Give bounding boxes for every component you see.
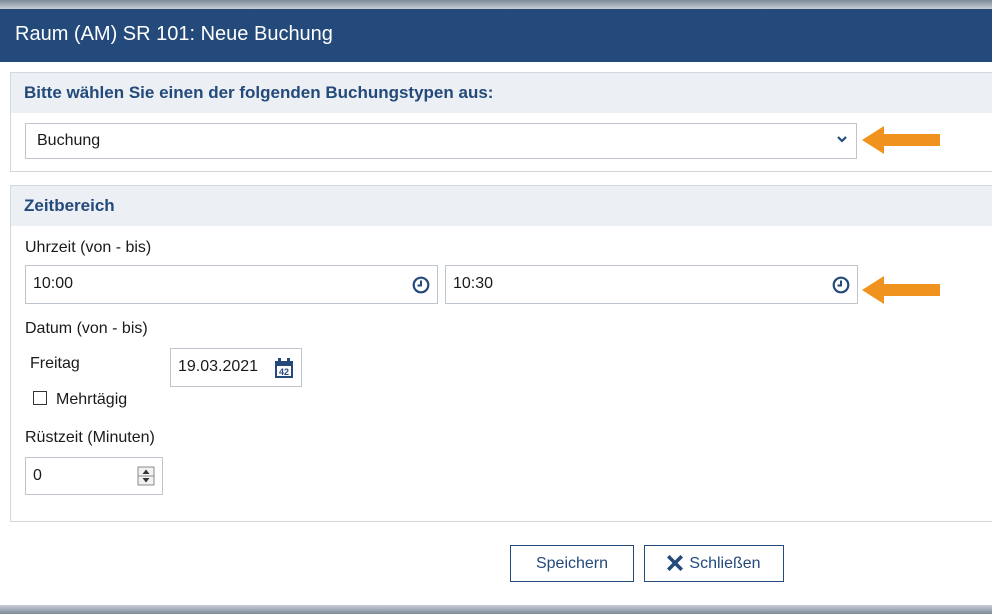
save-button-label: Speichern (535, 555, 609, 572)
time-label: Uhrzeit (von - bis) (25, 239, 152, 256)
clock-icon[interactable] (832, 276, 850, 294)
clock-icon[interactable] (412, 276, 430, 294)
highlight-arrow-icon (862, 276, 940, 304)
dialog-title: Raum (AM) SR 101: Neue Buchung (15, 23, 333, 45)
date-input[interactable]: 19.03.2021 42 (170, 348, 302, 387)
highlight-arrow-icon (862, 126, 940, 154)
dialog-titlebar: Raum (AM) SR 101: Neue Buchung (0, 9, 992, 62)
close-button-label: Schließen (689, 555, 761, 572)
booking-type-value: Buchung (37, 132, 101, 149)
time-range-panel: Zeitbereich Uhrzeit (von - bis) 10:00 10… (10, 185, 992, 522)
setup-time-input[interactable]: 0 (25, 457, 163, 495)
time-from-input[interactable]: 10:00 (25, 265, 438, 304)
calendar-day-number: 42 (279, 367, 289, 377)
weekday-label: Freitag (30, 355, 80, 372)
save-button[interactable]: Speichern (510, 545, 634, 582)
booking-type-heading: Bitte wählen Sie einen der folgenden Buc… (11, 73, 992, 113)
date-value: 19.03.2021 (178, 358, 259, 375)
setup-time-value: 0 (33, 467, 42, 484)
time-to-input[interactable]: 10:30 (445, 265, 858, 304)
time-to-value: 10:30 (453, 275, 494, 292)
calendar-icon[interactable]: 42 (273, 357, 295, 379)
chevron-down-icon (837, 136, 847, 143)
spinner-arrows-icon[interactable] (137, 466, 155, 486)
multiday-checkbox[interactable] (33, 391, 47, 405)
close-button[interactable]: Schließen (644, 545, 784, 582)
background-strip-top (0, 0, 992, 9)
setup-time-label: Rüstzeit (Minuten) (25, 429, 155, 446)
booking-type-panel: Bitte wählen Sie einen der folgenden Buc… (10, 72, 992, 172)
close-x-icon (667, 554, 684, 572)
background-strip-bottom (0, 605, 992, 614)
date-label: Datum (von - bis) (25, 320, 148, 337)
multiday-label: Mehrtägig (56, 391, 128, 408)
time-range-heading: Zeitbereich (11, 186, 992, 226)
time-from-value: 10:00 (33, 275, 74, 292)
booking-type-select[interactable]: Buchung (25, 123, 857, 159)
